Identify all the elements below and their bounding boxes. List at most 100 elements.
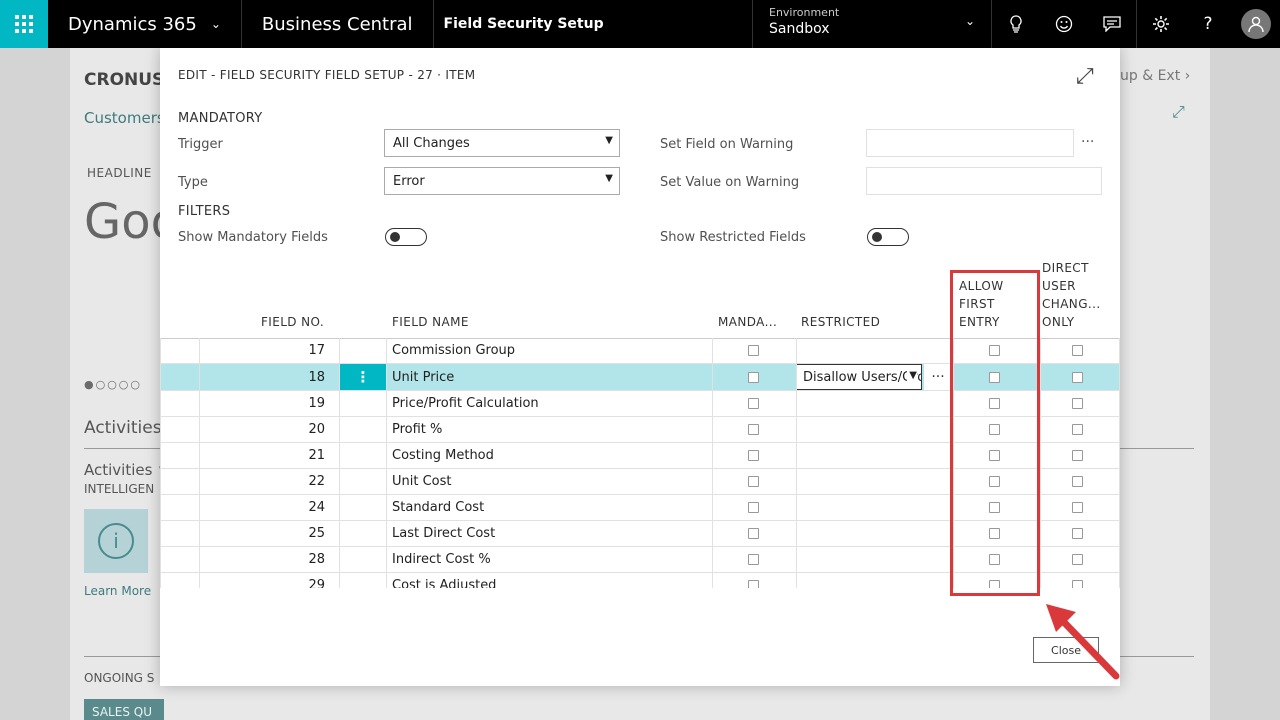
mandatory-checkbox[interactable] — [748, 547, 759, 572]
field-name-cell: Unit Price — [392, 364, 702, 390]
mandatory-section-heading: MANDATORY — [178, 111, 263, 126]
field-name-cell: Unit Cost — [392, 469, 702, 494]
direct-user-change-checkbox[interactable] — [1072, 364, 1083, 390]
direct-user-change-checkbox[interactable] — [1072, 391, 1083, 416]
field-name-cell: Last Direct Cost — [392, 521, 702, 546]
column-header-restricted[interactable]: RESTRICTED — [801, 313, 880, 331]
direct-user-change-checkbox[interactable] — [1072, 547, 1083, 572]
field-name: Unit Cost — [392, 474, 452, 489]
field-no-cell: 20 — [199, 417, 325, 442]
mandatory-checkbox[interactable] — [748, 573, 759, 588]
product-name[interactable]: Business Central — [242, 0, 434, 48]
chat-icon[interactable] — [1088, 0, 1136, 48]
column-header-direct-user-change-only[interactable]: DIRECT USER CHANG... ONLY — [1042, 259, 1101, 331]
field-name: Profit % — [392, 422, 443, 437]
column-header-field-name[interactable]: FIELD NAME — [392, 313, 469, 331]
show-restricted-toggle[interactable] — [867, 228, 909, 246]
direct-user-change-checkbox[interactable] — [1072, 573, 1083, 588]
lookup-ellipsis-icon[interactable]: ··· — [924, 364, 952, 390]
restricted-value: Disallow Users/Group — [803, 370, 921, 385]
column-header-field-no[interactable]: FIELD NO. — [261, 313, 324, 331]
app-launcher-button[interactable] — [0, 0, 48, 48]
field-no: 25 — [308, 526, 325, 541]
user-avatar[interactable] — [1232, 0, 1280, 48]
mandatory-checkbox[interactable] — [748, 338, 759, 363]
environment-value: Sandbox — [769, 21, 830, 37]
pager-dots[interactable]: ●○○○○ — [84, 378, 142, 391]
field-name: Price/Profit Calculation — [392, 396, 539, 411]
expand-icon[interactable]: ⤢ — [1172, 102, 1185, 122]
direct-user-change-checkbox[interactable] — [1072, 495, 1083, 520]
field-no-cell: 24 — [199, 495, 325, 520]
company-name: CRONUS — [84, 70, 165, 90]
brand-menu[interactable]: Dynamics 365 ⌄ — [48, 0, 242, 48]
type-label: Type — [178, 175, 208, 190]
show-mandatory-toggle[interactable] — [385, 228, 427, 246]
lookup-ellipsis-icon[interactable]: ··· — [1081, 134, 1094, 150]
field-no: 29 — [308, 578, 325, 588]
row-actions-button[interactable]: ⋮ — [340, 364, 386, 390]
set-field-label: Set Field on Warning — [660, 137, 794, 152]
trigger-label: Trigger — [178, 137, 223, 152]
intelligence-label: INTELLIGEN — [84, 482, 155, 496]
grid-line — [199, 338, 200, 588]
smiley-icon[interactable] — [1040, 0, 1088, 48]
field-no: 20 — [308, 422, 325, 437]
type-select[interactable]: Error ▼ — [384, 167, 620, 195]
filters-section-heading: FILTERS — [178, 204, 231, 219]
column-header-mandatory[interactable]: MANDA... — [718, 313, 777, 331]
set-field-input[interactable] — [866, 129, 1074, 157]
trigger-value: All Changes — [393, 136, 470, 151]
field-no-cell: 18 — [199, 364, 325, 390]
mandatory-checkbox[interactable] — [748, 469, 759, 494]
grid-line — [339, 338, 340, 588]
environment-selector[interactable]: Environment Sandbox ⌄ — [752, 0, 992, 48]
grid-line — [160, 338, 161, 588]
trigger-select[interactable]: All Changes ▼ — [384, 129, 620, 157]
help-icon[interactable]: ? — [1184, 0, 1232, 48]
gear-icon[interactable] — [1136, 0, 1184, 48]
header-line: CHANG... — [1042, 297, 1101, 311]
mandatory-checkbox[interactable] — [748, 391, 759, 416]
set-value-input[interactable] — [866, 167, 1102, 195]
direct-user-change-checkbox[interactable] — [1072, 469, 1083, 494]
dialog-title: EDIT - FIELD SECURITY FIELD SETUP - 27 ·… — [178, 68, 476, 82]
vertical-ellipsis-icon: ⋮ — [340, 364, 386, 390]
lightbulb-icon[interactable] — [992, 0, 1040, 48]
field-name: Last Direct Cost — [392, 526, 496, 541]
direct-user-change-checkbox[interactable] — [1072, 417, 1083, 442]
field-name: Costing Method — [392, 448, 494, 463]
field-name: Indirect Cost % — [392, 552, 491, 567]
field-name-cell: Costing Method — [392, 443, 702, 468]
learn-more-link[interactable]: Learn More — [84, 584, 151, 598]
direct-user-change-checkbox[interactable] — [1072, 338, 1083, 363]
mandatory-checkbox[interactable] — [748, 495, 759, 520]
info-tile[interactable]: i — [84, 509, 148, 573]
field-name: Unit Price — [392, 369, 455, 385]
mandatory-checkbox[interactable] — [748, 521, 759, 546]
direct-user-change-checkbox[interactable] — [1072, 521, 1083, 546]
mandatory-checkbox[interactable] — [748, 417, 759, 442]
field-name-cell: Profit % — [392, 417, 702, 442]
show-mandatory-label: Show Mandatory Fields — [178, 230, 328, 245]
field-name-cell: Price/Profit Calculation — [392, 391, 702, 416]
grid-line — [796, 338, 797, 588]
direct-user-change-checkbox[interactable] — [1072, 443, 1083, 468]
setup-link[interactable]: up & Ext › — [1120, 68, 1190, 84]
sales-tile[interactable]: SALES QU — [84, 699, 164, 720]
info-icon: i — [98, 523, 134, 559]
mandatory-checkbox[interactable] — [748, 364, 759, 390]
customers-link[interactable]: Customers — [84, 109, 165, 127]
field-no: 28 — [308, 552, 325, 567]
activities-menu[interactable]: Activities ∨ — [84, 461, 168, 479]
dropdown-arrow-icon: ▼ — [605, 173, 613, 184]
top-bar: Dynamics 365 ⌄ Business Central Field Se… — [0, 0, 1280, 48]
dropdown-arrow-icon: ▼ — [605, 135, 613, 146]
mandatory-checkbox[interactable] — [748, 443, 759, 468]
environment-label: Environment — [769, 6, 840, 19]
annotation-highlight-box — [950, 270, 1040, 596]
expand-icon[interactable]: ⤢ — [1076, 64, 1094, 89]
restricted-select[interactable]: Disallow Users/Group▼ — [796, 364, 922, 390]
field-no-cell: 19 — [199, 391, 325, 416]
field-no-cell: 28 — [199, 547, 325, 572]
